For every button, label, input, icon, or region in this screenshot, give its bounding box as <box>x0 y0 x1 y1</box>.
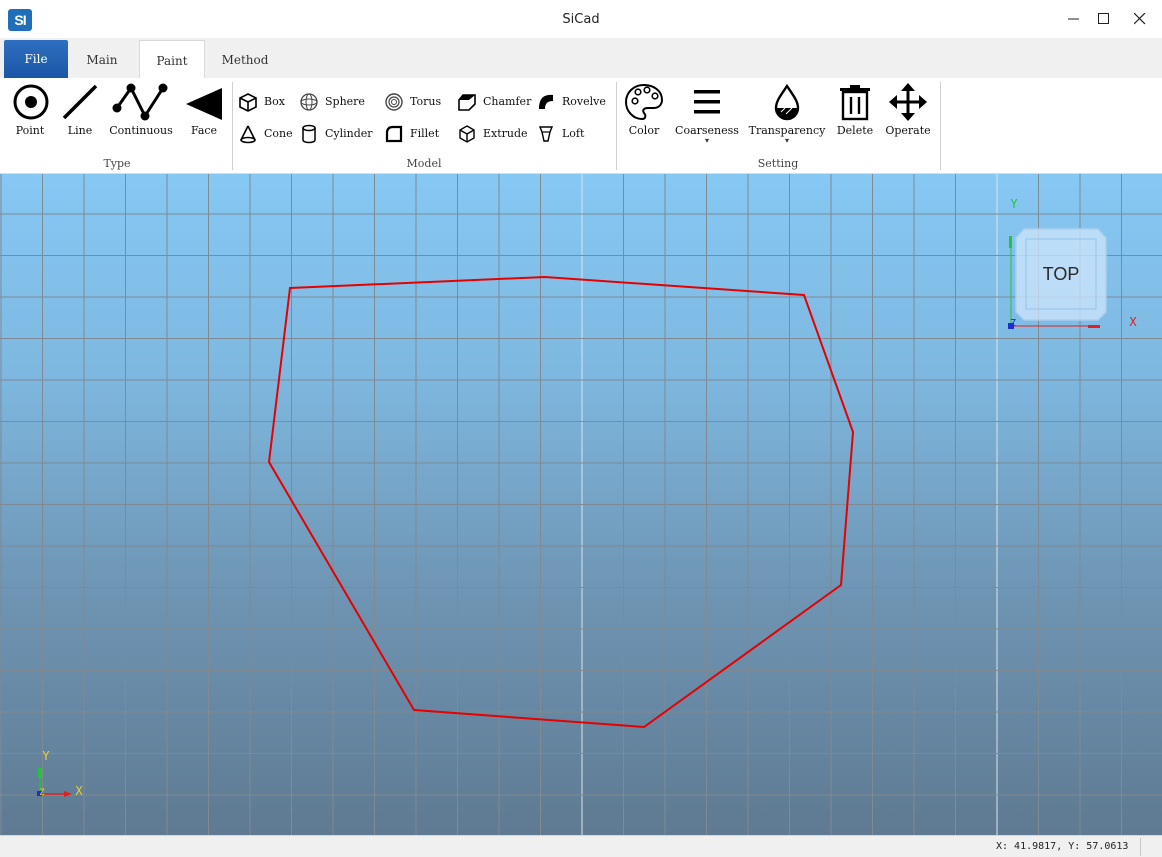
revolve-tool-button[interactable]: Rovelve <box>536 92 608 112</box>
group-separator <box>616 82 617 170</box>
point-icon <box>13 84 49 120</box>
cone-tool-button[interactable]: Cone <box>238 124 293 144</box>
axis-label-x: X <box>75 784 83 798</box>
group-separator <box>232 82 233 170</box>
cone-label: Cone <box>264 127 293 140</box>
loft-tool-button[interactable]: Loft <box>536 124 592 144</box>
view-cube[interactable]: TOP <box>1015 228 1107 321</box>
menu-lines-icon <box>694 90 720 114</box>
cylinder-icon <box>302 124 316 144</box>
line-label: Line <box>67 124 93 137</box>
line-tool-button[interactable]: Line <box>60 82 100 137</box>
face-label: Face <box>190 124 218 137</box>
chamfer-tool-button[interactable]: Chamfer <box>457 92 532 112</box>
palette-icon <box>624 83 664 121</box>
box-icon <box>239 93 257 112</box>
operate-tool-button[interactable]: Operate <box>884 82 932 137</box>
chevron-down-icon: ▾ <box>704 136 709 145</box>
fillet-label: Fillet <box>410 127 440 140</box>
sphere-label: Sphere <box>325 95 365 108</box>
axis-triad: Y X Z <box>37 749 83 798</box>
delete-label: Delete <box>836 124 874 137</box>
ribbon-panel: Point Line Continuous Face Type Box Sphe… <box>0 78 1162 174</box>
maximize-icon <box>1098 13 1109 24</box>
axis-label-x: X <box>1129 315 1137 329</box>
trash-icon <box>840 85 870 121</box>
color-tool-button[interactable]: Color <box>624 82 664 137</box>
group-label-type: Type <box>103 157 131 170</box>
move-arrows-icon <box>889 83 927 121</box>
tab-paint[interactable]: Paint <box>139 40 205 78</box>
cylinder-tool-button[interactable]: Cylinder <box>299 124 379 144</box>
sphere-icon <box>300 93 318 111</box>
viewport-canvas[interactable]: TOP Y X Z Y X Z <box>0 174 1162 835</box>
group-label-model: Model <box>406 157 442 170</box>
axis-label-z: Z <box>39 788 45 798</box>
grid <box>0 174 1162 835</box>
face-tool-button[interactable]: Face <box>184 82 224 137</box>
extrude-icon <box>459 125 475 143</box>
operate-label: Operate <box>885 124 931 137</box>
sketch-polygon[interactable] <box>267 275 855 729</box>
fillet-tool-button[interactable]: Fillet <box>384 124 450 144</box>
cad-viewport[interactable]: TOP Y X Z Y X Z <box>0 174 1162 835</box>
minimize-icon <box>1068 18 1079 20</box>
group-label-setting: Setting <box>757 157 799 170</box>
face-icon <box>186 88 222 120</box>
axis-label-z: Z <box>1010 318 1016 329</box>
loft-label: Loft <box>562 127 585 140</box>
close-icon <box>1134 13 1146 25</box>
status-separator <box>1140 838 1141 856</box>
color-label: Color <box>628 124 660 137</box>
line-icon <box>62 84 98 120</box>
continuous-label: Continuous <box>109 124 173 137</box>
ribbon-tabs: File Main Paint Method <box>0 38 1162 78</box>
title-bar: SI SiCad <box>0 0 1162 38</box>
box-tool-button[interactable]: Box <box>238 92 288 112</box>
polyline-icon <box>112 83 168 121</box>
loft-icon <box>538 126 554 142</box>
torus-icon <box>385 93 403 111</box>
revolve-label: Rovelve <box>562 95 606 108</box>
continuous-tool-button[interactable]: Continuous <box>108 82 174 137</box>
cursor-coordinates: X: 41.9817, Y: 57.0613 <box>996 841 1129 852</box>
maximize-button[interactable] <box>1086 6 1122 32</box>
transparency-dropdown[interactable]: Transparency ▾ <box>748 82 826 145</box>
extrude-label: Extrude <box>483 127 528 140</box>
droplet-icon <box>774 83 800 121</box>
axis-label-y: Y <box>42 749 50 763</box>
torus-label: Torus <box>410 95 442 108</box>
tab-main[interactable]: Main <box>70 40 134 78</box>
chamfer-icon <box>458 94 476 111</box>
close-button[interactable] <box>1122 6 1158 32</box>
point-tool-button[interactable]: Point <box>8 82 52 137</box>
status-bar: X: 41.9817, Y: 57.0613 <box>0 835 1162 857</box>
tab-file[interactable]: File <box>4 40 68 78</box>
coarseness-dropdown[interactable]: Coarseness ▾ <box>674 82 740 145</box>
cone-icon <box>240 125 256 144</box>
chamfer-label: Chamfer <box>483 95 532 108</box>
sphere-tool-button[interactable]: Sphere <box>299 92 369 112</box>
box-label: Box <box>264 95 285 108</box>
chevron-down-icon: ▾ <box>784 136 789 145</box>
axis-label-y: Y <box>1010 197 1018 211</box>
extrude-tool-button[interactable]: Extrude <box>457 124 529 144</box>
view-cube-label: TOP <box>1043 264 1080 284</box>
group-separator <box>940 82 941 170</box>
revolve-icon <box>539 94 553 109</box>
window-title: SiCad <box>562 12 600 27</box>
fillet-icon <box>385 125 403 143</box>
torus-tool-button[interactable]: Torus <box>384 92 446 112</box>
delete-tool-button[interactable]: Delete <box>834 82 876 137</box>
cylinder-label: Cylinder <box>325 127 373 140</box>
point-label: Point <box>15 124 45 137</box>
tab-method[interactable]: Method <box>212 40 278 78</box>
